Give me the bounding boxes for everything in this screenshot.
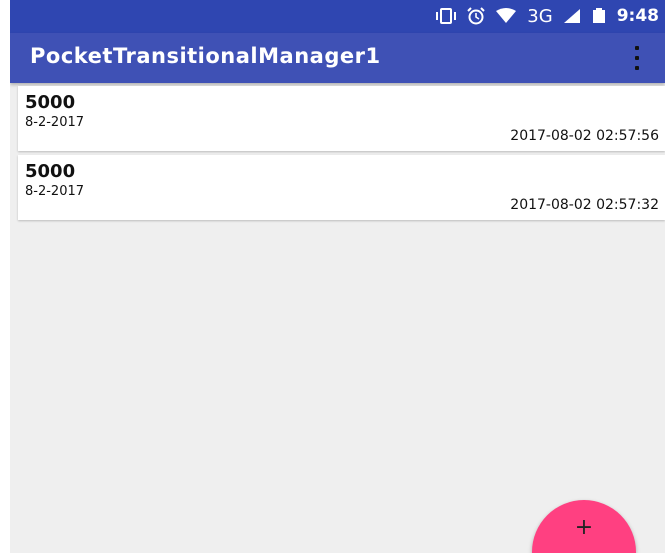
menu-dot <box>635 56 639 60</box>
app-toolbar: PocketTransitionalManager1 <box>10 33 665 83</box>
cell-signal-icon <box>563 8 581 24</box>
status-time: 9:48 <box>616 6 659 26</box>
entry-amount: 5000 <box>25 161 76 182</box>
wifi-icon <box>495 8 517 24</box>
entry-date: 8-2-2017 <box>25 115 85 130</box>
phone-screen: 3G 9:48 PocketTransitionalManager1 5000 … <box>10 0 665 553</box>
entry-timestamp: 2017-08-02 02:57:56 <box>510 128 659 144</box>
entry-amount: 5000 <box>25 92 76 113</box>
status-bar: 3G 9:48 <box>10 0 665 33</box>
menu-dot <box>635 66 639 70</box>
menu-dot <box>635 46 639 50</box>
app-title: PocketTransitionalManager1 <box>30 44 381 68</box>
alarm-icon <box>467 7 486 25</box>
overflow-menu-icon[interactable] <box>631 46 643 70</box>
add-icon: + <box>574 514 594 540</box>
battery-icon <box>591 8 607 24</box>
network-type-label: 3G <box>527 5 553 27</box>
status-icons: 3G 9:48 <box>435 4 659 28</box>
list-item[interactable]: 5000 8-2-2017 2017-08-02 02:57:32 <box>18 155 665 220</box>
entry-date: 8-2-2017 <box>25 184 85 199</box>
vibrate-icon <box>435 8 457 24</box>
entry-timestamp: 2017-08-02 02:57:32 <box>510 197 659 213</box>
list-item[interactable]: 5000 8-2-2017 2017-08-02 02:57:56 <box>18 86 665 151</box>
